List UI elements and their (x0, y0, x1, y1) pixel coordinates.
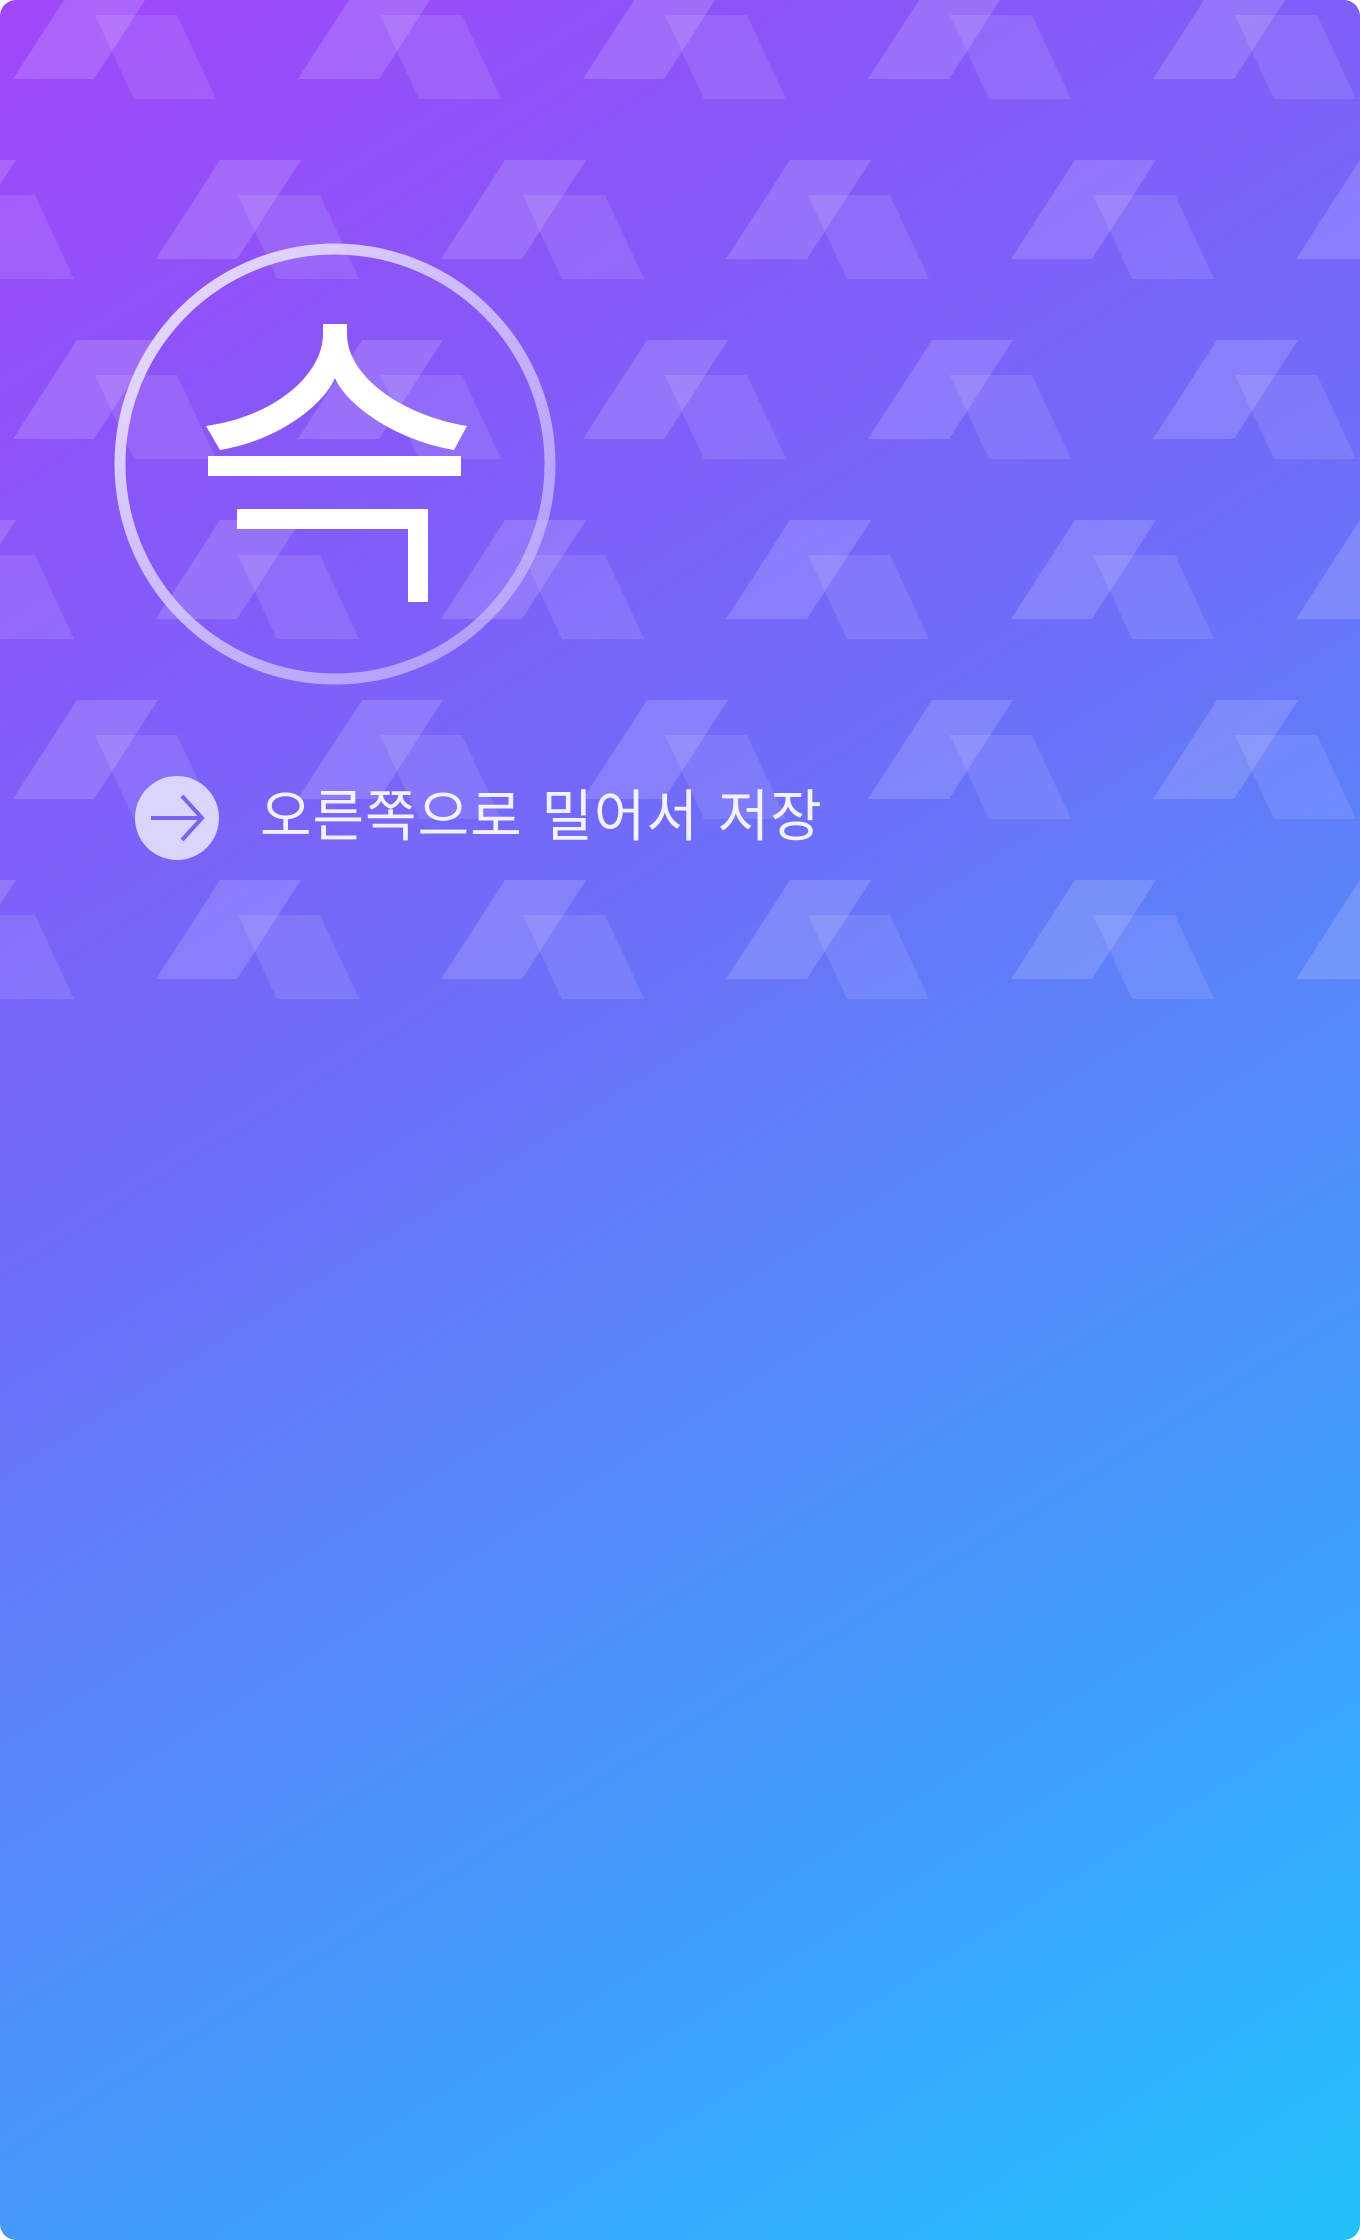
swipe-to-save-label: 오른쪽으로 밀어서 저장 (260, 785, 823, 850)
app-logo (114, 243, 556, 685)
logo-glyph-icon (206, 324, 467, 602)
save-screen: 오른쪽으로 밀어서 저장 (0, 0, 1360, 2240)
swipe-to-save-button[interactable] (135, 776, 219, 860)
arrow-right-icon (151, 794, 205, 842)
